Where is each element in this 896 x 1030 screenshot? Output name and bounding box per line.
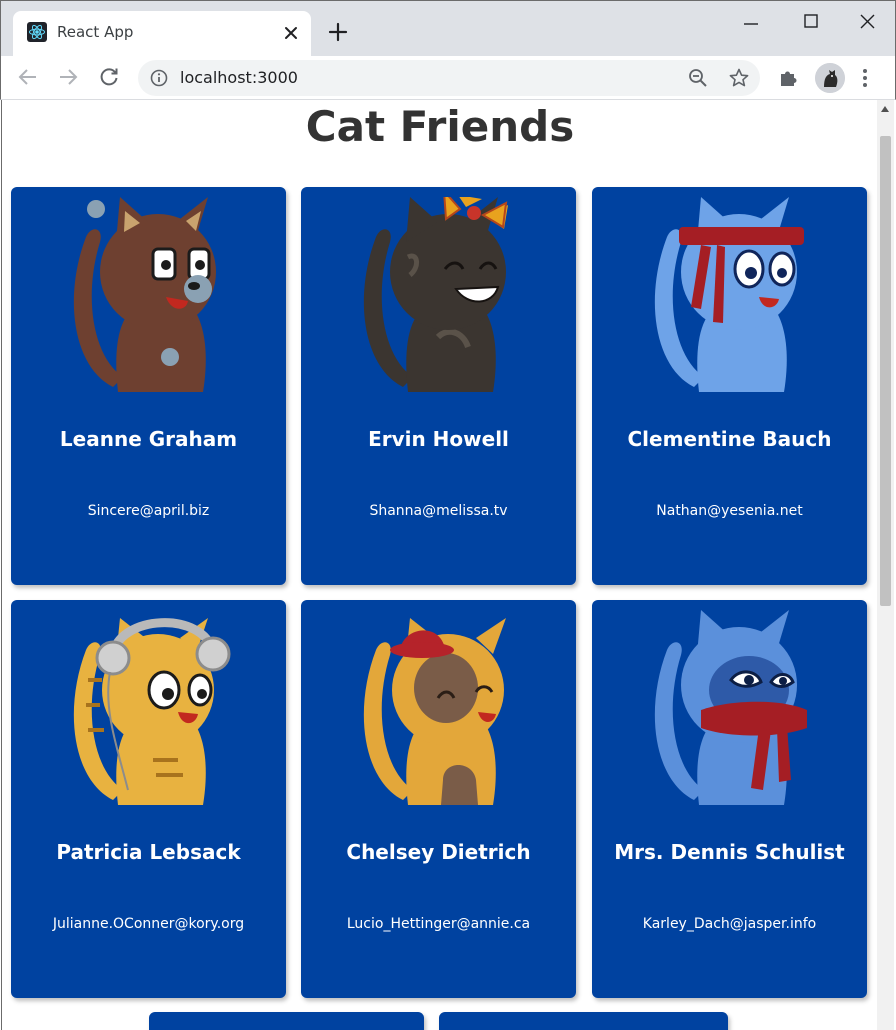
cat-card[interactable]: Chelsey Dietrich Lucio_Hettinger@annie.c… bbox=[301, 600, 576, 998]
card-email: Shanna@melissa.tv bbox=[369, 503, 508, 519]
card-name: Chelsey Dietrich bbox=[346, 840, 531, 864]
url-text[interactable]: localhost:3000 bbox=[180, 68, 298, 87]
card-email: Sincere@april.biz bbox=[87, 503, 210, 519]
cat-card-partial[interactable] bbox=[149, 1012, 424, 1030]
back-arrow-icon[interactable] bbox=[15, 64, 41, 90]
card-email: Lucio_Hettinger@annie.ca bbox=[346, 916, 531, 932]
minimize-icon[interactable] bbox=[731, 7, 771, 37]
card-name: Leanne Graham bbox=[59, 427, 238, 451]
new-tab-icon[interactable] bbox=[327, 21, 349, 43]
card-email: Karley_Dach@jasper.info bbox=[642, 916, 817, 932]
forward-arrow-icon[interactable] bbox=[55, 64, 81, 90]
zoom-out-icon[interactable] bbox=[688, 68, 708, 88]
browser-toolbar: localhost:3000 bbox=[0, 56, 896, 100]
brown-cat-icon bbox=[73, 197, 216, 392]
maximize-icon[interactable] bbox=[791, 7, 831, 37]
tab-title: React App bbox=[57, 23, 134, 41]
orange-cat-with-red-hat-icon bbox=[363, 618, 506, 805]
cat-card[interactable]: Patricia Lebsack Julianne.OConner@kory.o… bbox=[11, 600, 286, 998]
cat-card-partial[interactable] bbox=[439, 1012, 728, 1030]
profile-avatar[interactable] bbox=[815, 63, 845, 93]
card-name: Mrs. Dennis Schulist bbox=[614, 840, 845, 864]
page-scrollbar[interactable] bbox=[877, 100, 894, 1030]
card-name: Ervin Howell bbox=[368, 427, 509, 451]
blue-cat-with-red-scarf-icon bbox=[654, 610, 807, 805]
cat-card[interactable]: Mrs. Dennis Schulist Karley_Dach@jasper.… bbox=[592, 600, 867, 998]
dark-tabby-cat-with-bow-icon bbox=[363, 197, 508, 392]
close-tab-icon[interactable] bbox=[281, 23, 301, 43]
profile-cat-icon bbox=[815, 63, 845, 93]
cat-card[interactable]: Clementine Bauch Nathan@yesenia.net bbox=[592, 187, 867, 585]
card-email: Julianne.OConner@kory.org bbox=[52, 916, 245, 932]
page-title: Cat Friends bbox=[305, 102, 575, 151]
extensions-puzzle-icon[interactable] bbox=[777, 65, 801, 89]
cat-card[interactable]: Leanne Graham Sincere@april.biz bbox=[11, 187, 286, 585]
page-viewport: Cat Friends Leanne Graham Sincere@april.… bbox=[1, 100, 894, 1030]
light-blue-cat-with-headband-icon bbox=[654, 197, 804, 392]
scrollbar-thumb[interactable] bbox=[880, 136, 891, 606]
scroll-up-arrow-icon[interactable] bbox=[881, 106, 889, 112]
card-email: Nathan@yesenia.net bbox=[656, 503, 803, 519]
browser-titlebar: React App bbox=[0, 0, 896, 57]
address-bar[interactable]: localhost:3000 bbox=[138, 60, 760, 96]
info-icon[interactable] bbox=[150, 69, 168, 87]
bookmark-star-icon[interactable] bbox=[728, 67, 750, 89]
card-name: Clementine Bauch bbox=[627, 427, 832, 451]
more-menu-icon[interactable] bbox=[859, 65, 871, 91]
card-name: Patricia Lebsack bbox=[56, 840, 241, 864]
react-logo-icon bbox=[27, 22, 47, 42]
reload-icon[interactable] bbox=[96, 64, 122, 90]
close-window-icon[interactable] bbox=[847, 7, 887, 37]
cat-card[interactable]: Ervin Howell Shanna@melissa.tv bbox=[301, 187, 576, 585]
orange-cat-with-headphones-icon bbox=[73, 618, 231, 805]
browser-tab[interactable]: React App bbox=[13, 11, 311, 57]
